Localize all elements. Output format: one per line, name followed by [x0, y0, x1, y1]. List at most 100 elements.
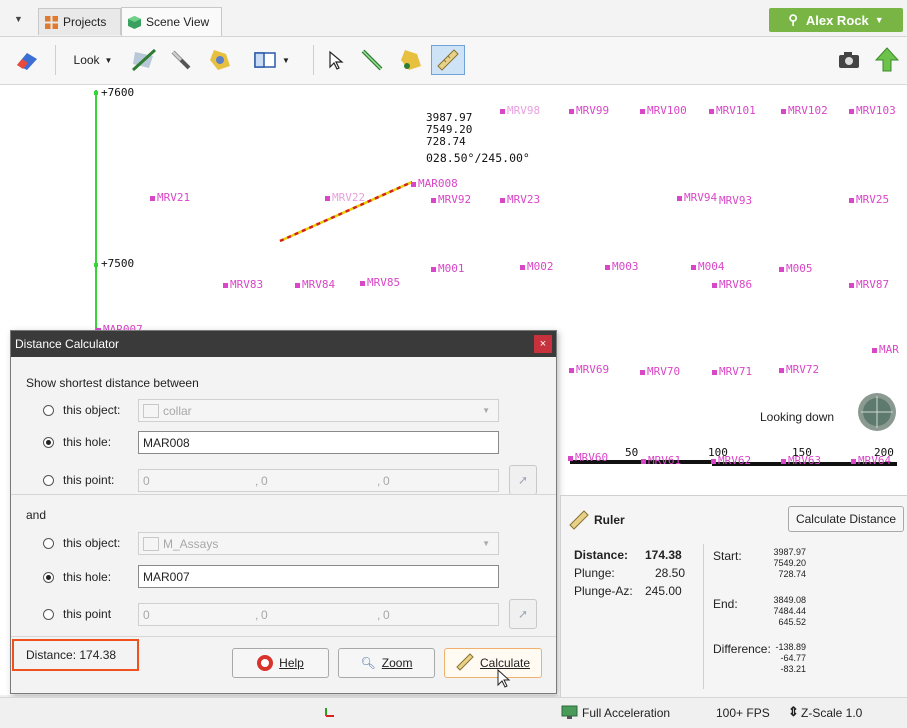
cube-icon — [128, 15, 141, 29]
marker-label[interactable]: MRV99 — [569, 104, 609, 117]
marker-label[interactable]: MRV69 — [569, 363, 609, 376]
section-heading: Show shortest distance between — [26, 376, 199, 390]
zoom-button[interactable]: 🔍︎ Zoom — [338, 648, 435, 678]
measure-readout: 3987.97 7549.20 728.74 — [426, 112, 472, 148]
tab-projects[interactable]: Projects — [38, 8, 121, 35]
dialog-titlebar[interactable]: Distance Calculator — [11, 331, 556, 357]
marker-label[interactable]: MRV87 — [849, 278, 889, 291]
calculate-button[interactable]: Calculate — [444, 648, 542, 678]
user-menu-button[interactable]: ⚲ Alex Rock ▼ — [769, 8, 903, 32]
tab-projects-label: Projects — [63, 15, 107, 29]
marker-label[interactable]: MRV93 — [719, 194, 752, 207]
camera-icon[interactable] — [836, 47, 862, 73]
marker-label[interactable]: MRV61 — [641, 454, 681, 467]
zscale-status[interactable]: Z-Scale 1.0 — [801, 706, 862, 720]
first-object-select[interactable]: collar ▼ — [138, 399, 499, 422]
marker-label[interactable]: MRV92 — [431, 193, 471, 206]
draw-line-icon[interactable] — [357, 47, 387, 73]
slice-tool-icon[interactable] — [129, 47, 159, 73]
knife-tool-icon[interactable] — [166, 47, 196, 73]
close-button[interactable]: × — [534, 335, 552, 353]
ruler-tool-button[interactable] — [431, 45, 465, 75]
look-dropdown[interactable]: Look ▼ — [66, 47, 120, 73]
point-z: 0 — [383, 607, 390, 622]
marker-label[interactable]: M005 — [779, 262, 813, 275]
monitor-icon — [561, 705, 578, 723]
end-label: End: — [713, 597, 738, 611]
marker-label[interactable]: M004 — [691, 260, 725, 273]
marker-label[interactable]: MRV103 — [849, 104, 896, 117]
first-object-label: this object: — [63, 403, 121, 417]
marker-label[interactable]: MRV72 — [779, 363, 819, 376]
eraser-tool-icon[interactable] — [14, 47, 40, 73]
scene-toolbar: Look ▼ ▼ — [0, 37, 907, 85]
chevron-down-icon: ▼ — [282, 55, 290, 65]
start-label: Start: — [713, 549, 742, 563]
tab-menu-chevron-icon[interactable]: ▼ — [14, 14, 23, 24]
tab-scene-view[interactable]: Scene View — [121, 7, 222, 36]
radio-first-hole[interactable] — [43, 437, 54, 448]
marker-label[interactable]: MRV98 — [500, 104, 540, 117]
pick-point-button[interactable]: ➚ — [509, 465, 537, 495]
marker-label[interactable]: MRV70 — [640, 365, 680, 378]
object-icon — [143, 536, 159, 551]
marker-label[interactable]: MRV100 — [640, 104, 687, 117]
first-hole-input[interactable]: MAR008 — [138, 431, 499, 454]
radio-second-hole[interactable] — [43, 572, 54, 583]
distance-result-text: Distance: 174.38 — [26, 648, 117, 662]
plunge-az-value: 245.00 — [645, 584, 682, 598]
distance-calculator-dialog: Distance Calculator × Show shortest dist… — [10, 330, 557, 694]
marker-label[interactable]: M002 — [520, 260, 554, 273]
first-point-input[interactable]: 0 , 0 , 0 — [138, 469, 499, 492]
radio-second-object[interactable] — [43, 538, 54, 549]
marker-label[interactable]: MRV83 — [223, 278, 263, 291]
calculate-distance-label: Calculate Distance — [795, 512, 897, 526]
view-layout-dropdown[interactable]: ▼ — [247, 47, 297, 73]
second-hole-value: MAR007 — [143, 569, 190, 584]
marker-label[interactable]: MRV85 — [360, 276, 400, 289]
select-pointer-icon[interactable] — [322, 47, 350, 73]
marker-label[interactable]: MAR — [872, 343, 899, 356]
point-y: 0 — [261, 607, 268, 622]
marker-label[interactable]: MRV60 — [568, 451, 608, 464]
marker-label[interactable]: M001 — [431, 262, 465, 275]
compass-icon[interactable] — [857, 392, 897, 432]
marker-label[interactable]: MRV71 — [712, 365, 752, 378]
second-point-label: this point — [63, 607, 112, 621]
puzzle-tool-icon[interactable] — [205, 47, 235, 73]
help-label: Help — [279, 656, 304, 670]
radio-first-point[interactable] — [43, 475, 54, 486]
marker-label[interactable]: MRV84 — [295, 278, 335, 291]
marker-label[interactable]: MRV101 — [709, 104, 756, 117]
first-point-label: this point: — [63, 473, 115, 487]
second-hole-input[interactable]: MAR007 — [138, 565, 499, 588]
marker-label[interactable]: MRV21 — [150, 191, 190, 204]
lifebuoy-icon — [257, 655, 274, 671]
tab-bar: ▼ Projects Scene View ⚲ Alex Rock ▼ — [0, 0, 907, 37]
first-hole-value: MAR008 — [143, 435, 190, 450]
marker-label[interactable]: MRV86 — [712, 278, 752, 291]
projects-grid-icon — [45, 15, 58, 29]
marker-label[interactable]: MRV22 — [325, 191, 365, 204]
marker-label[interactable]: M003 — [605, 260, 639, 273]
window-layout-icon — [254, 52, 276, 68]
point-z: 0 — [383, 473, 390, 488]
and-label: and — [26, 508, 47, 522]
marker-label[interactable]: MRV102 — [781, 104, 828, 117]
fps-status: 100+ FPS — [716, 706, 770, 720]
marker-label[interactable]: MAR008 — [411, 177, 458, 190]
radio-first-object[interactable] — [43, 405, 54, 416]
radio-second-point[interactable] — [43, 609, 54, 620]
user-name: Alex Rock — [805, 12, 869, 28]
second-object-value: M_Assays — [163, 536, 219, 551]
upload-icon[interactable] — [873, 47, 901, 73]
calculate-distance-button[interactable]: Calculate Distance — [788, 506, 904, 532]
second-point-input[interactable]: 0 , 0 , 0 — [138, 603, 499, 626]
marker-label[interactable]: MRV94 — [677, 191, 717, 204]
attach-tool-icon[interactable] — [396, 47, 426, 73]
pick-point-button[interactable]: ➚ — [509, 599, 537, 629]
marker-label[interactable]: MRV23 — [500, 193, 540, 206]
marker-label[interactable]: MRV25 — [849, 193, 889, 206]
help-button[interactable]: Help — [232, 648, 329, 678]
second-object-select[interactable]: M_Assays ▼ — [138, 532, 499, 555]
